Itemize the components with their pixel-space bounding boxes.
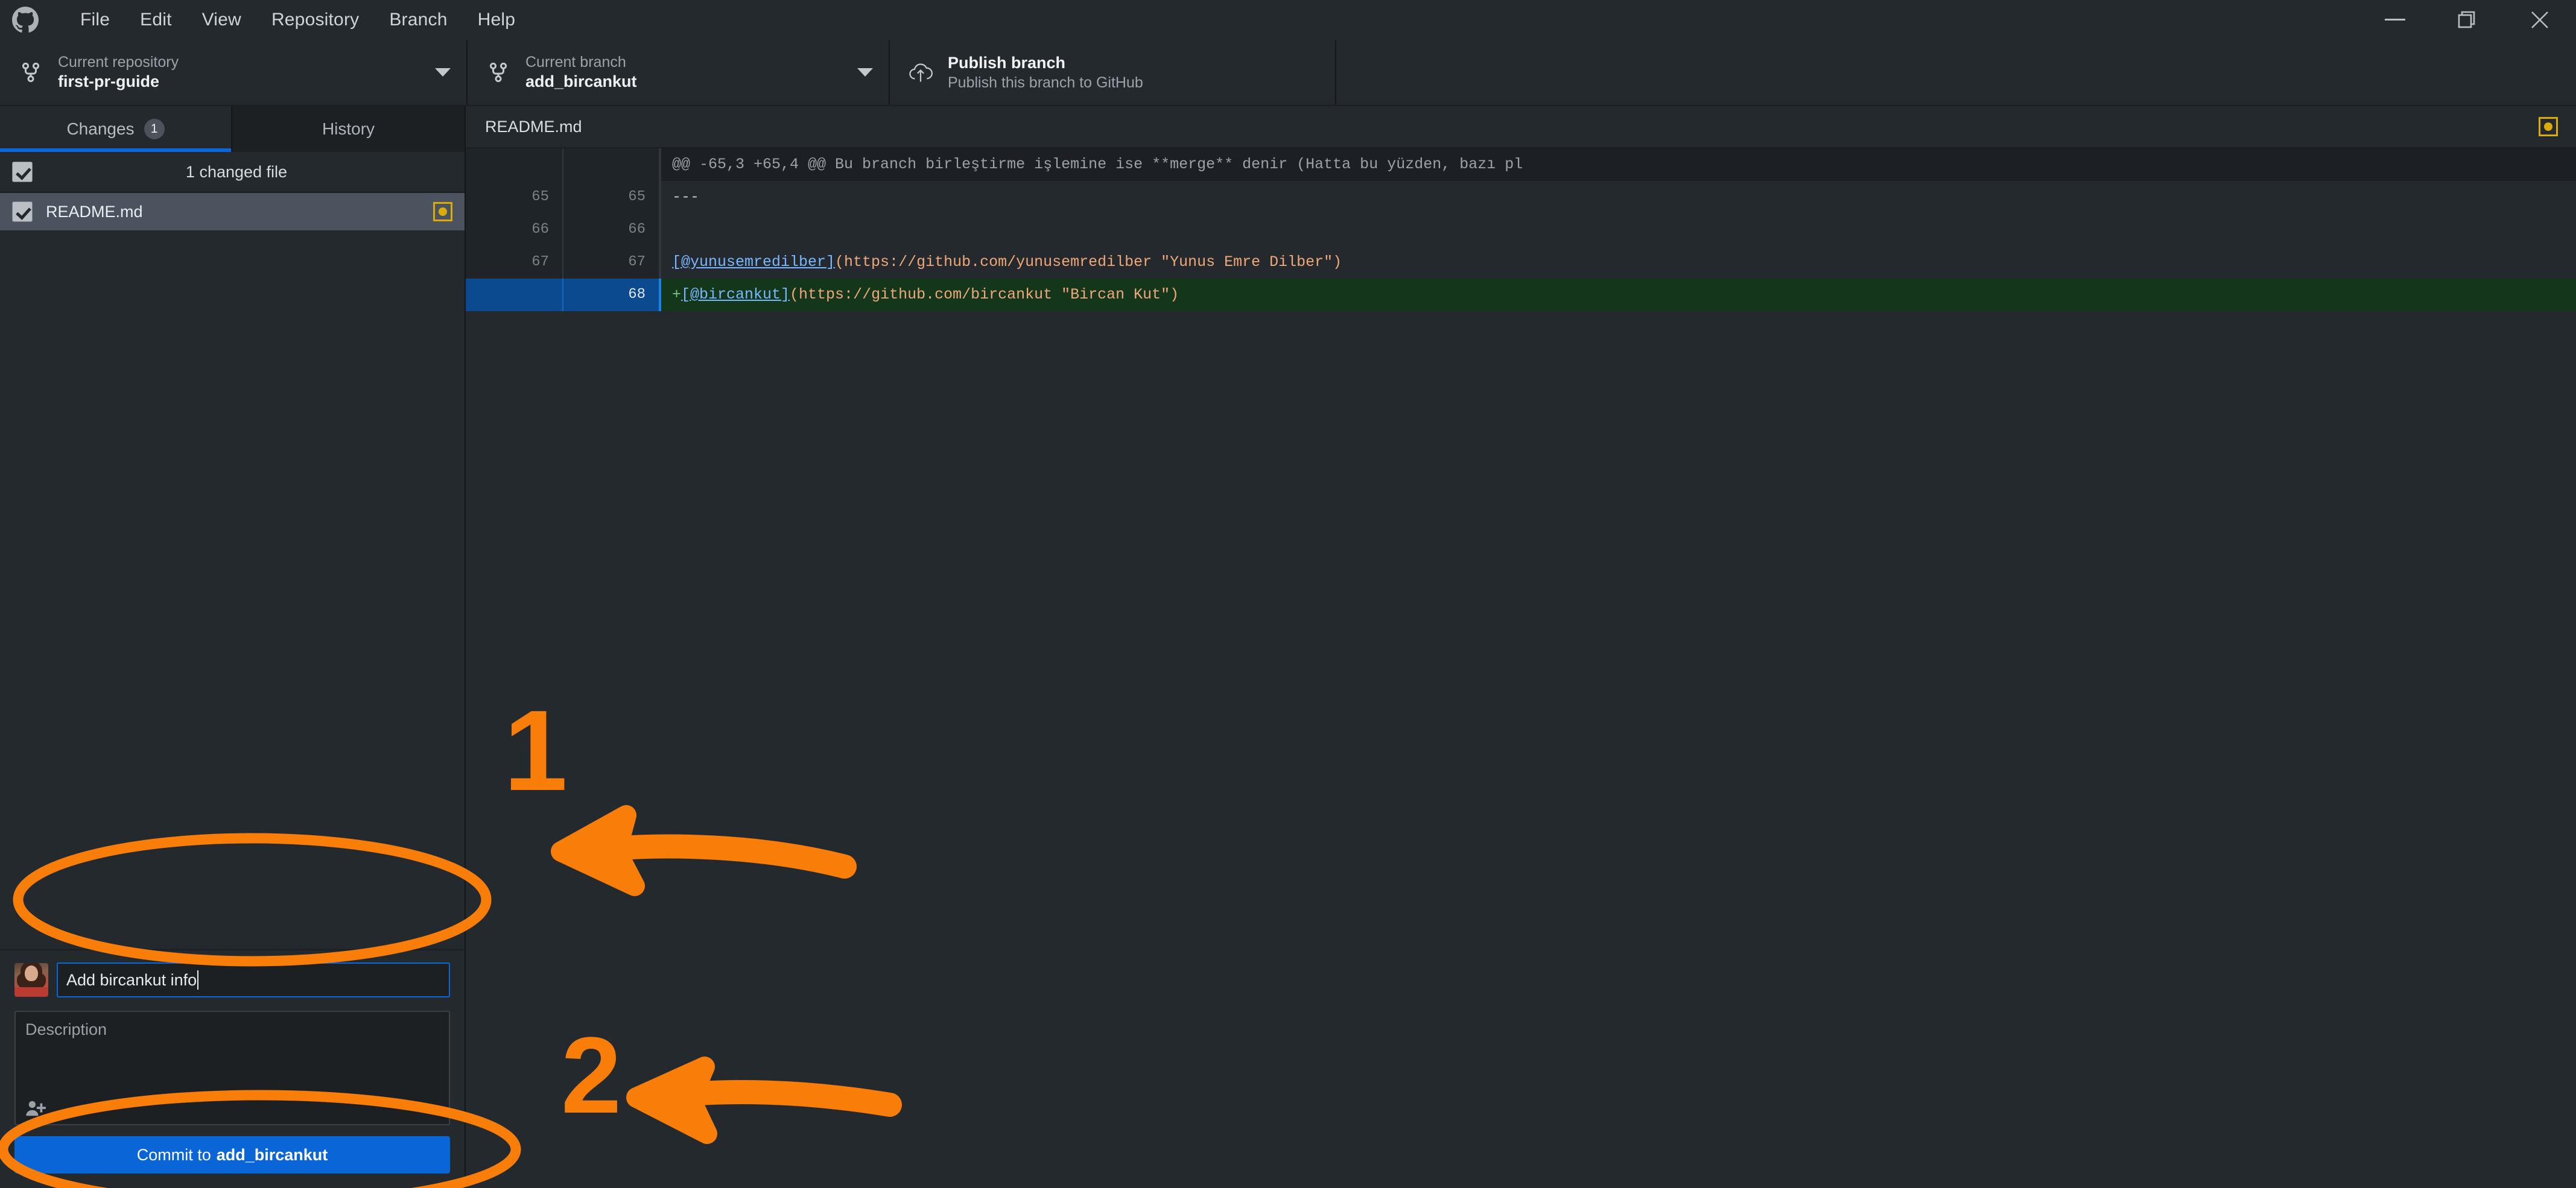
menu-bar: File Edit View Repository Branch Help (65, 0, 530, 40)
changed-files-count: 1 changed file (33, 163, 440, 182)
avatar (14, 963, 48, 997)
publish-branch-button[interactable]: Publish branch Publish this branch to Gi… (890, 40, 1336, 105)
github-desktop-window: File Edit View Repository Branch Help (0, 0, 2576, 1188)
commit-button-branch: add_bircankut (217, 1146, 328, 1164)
diff-gutter-new: 66 (562, 213, 659, 246)
diff-header: README.md (466, 106, 2576, 148)
toolbar: Current repository first-pr-guide Curren… (0, 40, 2576, 106)
sidebar: Changes 1 History 1 changed file README.… (0, 106, 466, 1188)
diff-add-marker: + (672, 286, 681, 303)
current-branch-button[interactable]: Current branch add_bircankut (468, 40, 890, 105)
select-all-checkbox[interactable] (12, 162, 33, 182)
tab-history[interactable]: History (232, 106, 465, 152)
menu-item-help[interactable]: Help (463, 0, 531, 40)
main-panel: README.md @@ -65,3 +65,4 @@ Bu branch bi… (466, 106, 2576, 1188)
menu-item-file[interactable]: File (65, 0, 125, 40)
diff-line-added: 68 +[@bircankut](https://github.com/birc… (466, 279, 2576, 311)
text-cursor (197, 970, 198, 990)
diff-line-text: --- (659, 181, 2576, 213)
file-name: README.md (46, 203, 143, 221)
app-body: Changes 1 History 1 changed file README.… (0, 106, 2576, 1188)
diff-file-name: README.md (485, 118, 582, 136)
current-branch-label: Current branch (525, 54, 637, 70)
publish-branch-subtitle: Publish this branch to GitHub (948, 75, 1143, 90)
diff-line-text (659, 213, 2576, 246)
diff-viewer[interactable]: @@ -65,3 +65,4 @@ Bu branch birleştirme … (466, 148, 2576, 1188)
menu-item-branch[interactable]: Branch (374, 0, 462, 40)
chevron-down-icon (435, 68, 451, 77)
restore-icon[interactable] (2431, 0, 2504, 40)
branch-icon (484, 60, 512, 84)
current-branch-value: add_bircankut (525, 73, 637, 90)
close-icon[interactable] (2504, 0, 2576, 40)
diff-gutter-old: 67 (466, 246, 562, 279)
diff-gutter-old (466, 279, 562, 311)
window-controls (2359, 0, 2576, 40)
diff-line-hunk: @@ -65,3 +65,4 @@ Bu branch birleştirme … (466, 148, 2576, 181)
diff-status-modified-icon (2539, 117, 2558, 136)
commit-form: Add bircankut info Description (0, 949, 465, 1188)
current-repository-label: Current repository (58, 54, 179, 70)
markdown-link-url: (https://github.com/bircankut "Bircan Ku… (790, 286, 1179, 303)
markdown-link-url: (https://github.com/yunusemredilber "Yun… (835, 253, 1342, 271)
minimize-icon[interactable] (2359, 0, 2431, 40)
tab-history-label: History (322, 119, 375, 139)
diff-gutter-new: 68 (562, 279, 659, 311)
sidebar-empty-space (0, 230, 465, 949)
diff-gutter-new (562, 148, 659, 181)
menu-item-view[interactable]: View (187, 0, 256, 40)
menu-item-edit[interactable]: Edit (125, 0, 187, 40)
changed-files-header: 1 changed file (0, 152, 465, 193)
commit-summary-value: Add bircankut info (66, 971, 197, 990)
commit-button[interactable]: Commit to add_bircankut (14, 1136, 450, 1174)
commit-summary-input[interactable]: Add bircankut info (57, 962, 450, 997)
list-item[interactable]: README.md (0, 193, 465, 230)
tab-changes-badge: 1 (144, 119, 165, 139)
sidebar-tabs: Changes 1 History (0, 106, 465, 152)
tab-changes-label: Changes (66, 119, 134, 139)
commit-summary-row: Add bircankut info (14, 962, 450, 997)
diff-line-context: 67 67 [@yunusemredilber](https://github.… (466, 246, 2576, 279)
commit-description-input[interactable]: Description (14, 1011, 450, 1125)
tab-changes[interactable]: Changes 1 (0, 106, 232, 152)
diff-line-text: [@yunusemredilber](https://github.com/yu… (659, 246, 2576, 279)
current-repository-value: first-pr-guide (58, 73, 179, 90)
diff-line-text: +[@bircankut](https://github.com/bircank… (659, 279, 2576, 311)
diff-gutter-old: 66 (466, 213, 562, 246)
current-repository-button[interactable]: Current repository first-pr-guide (0, 40, 468, 105)
diff-gutter-old (466, 148, 562, 181)
publish-branch-title: Publish branch (948, 54, 1143, 71)
repo-icon (17, 60, 45, 84)
diff-line-context: 66 66 (466, 213, 2576, 246)
markdown-link-label: [@bircankut] (681, 286, 790, 303)
add-co-author-icon[interactable] (25, 1100, 46, 1118)
commit-button-prefix: Commit to (137, 1146, 211, 1164)
diff-gutter-old: 65 (466, 181, 562, 213)
file-status-modified-icon (433, 202, 452, 221)
commit-description-placeholder: Description (25, 1020, 439, 1039)
title-bar: File Edit View Repository Branch Help (0, 0, 2576, 40)
chevron-down-icon (857, 68, 873, 77)
file-include-checkbox[interactable] (12, 201, 33, 222)
diff-hunk-text: @@ -65,3 +65,4 @@ Bu branch birleştirme … (659, 148, 2576, 181)
cloud-upload-icon (907, 61, 934, 84)
diff-gutter-new: 67 (562, 246, 659, 279)
menu-item-repository[interactable]: Repository (256, 0, 374, 40)
github-mark-icon (12, 7, 39, 33)
diff-gutter-new: 65 (562, 181, 659, 213)
markdown-link-label: [@yunusemredilber] (672, 253, 835, 271)
diff-line-context: 65 65 --- (466, 181, 2576, 213)
